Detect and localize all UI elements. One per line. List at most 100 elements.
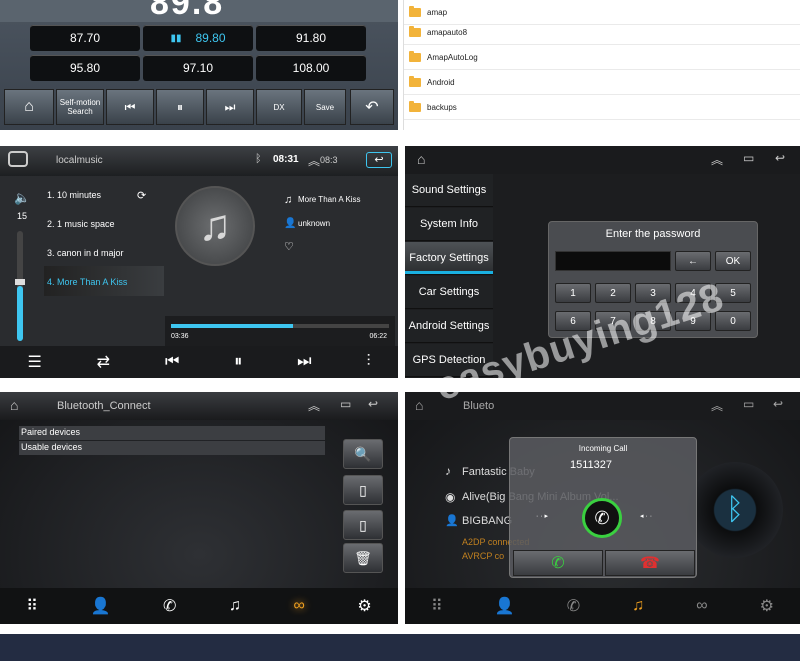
artist-name: BIGBANG [462, 515, 513, 527]
music-icon[interactable]: ♫ [229, 597, 241, 615]
list-item[interactable]: backups [404, 95, 800, 120]
window-icon[interactable]: ▭ [743, 151, 754, 165]
pause-icon: ⏸ [176, 99, 183, 114]
reject-button[interactable]: ☎ [605, 550, 695, 576]
preset-button-active[interactable]: ▮▮ 89.80 [143, 25, 253, 51]
progress-area: 03:36 06:22 [165, 316, 395, 346]
prev-button[interactable]: ⏮ [106, 89, 154, 125]
paired-devices-header: Paired devices [19, 426, 325, 440]
repeat-icon[interactable]: ⇄ [97, 352, 110, 372]
search-button[interactable]: 🔍 [343, 439, 383, 469]
disconnect-phone-button[interactable]: ▯ [343, 510, 383, 540]
key-2[interactable]: 2 [595, 283, 631, 303]
call-bottom-nav: ⠿ 👤 ✆ ♫ ∞ ⚙ [405, 588, 800, 624]
settings-menu-factory[interactable]: Factory Settings [405, 242, 493, 275]
heart-icon[interactable]: ♡ [284, 240, 294, 253]
track-item[interactable]: 3. canon in d major [47, 248, 124, 258]
artist-name: unknown [298, 219, 331, 228]
back-icon[interactable]: ↩ [773, 397, 783, 411]
answer-button[interactable]: ✆ [513, 550, 603, 576]
equalizer-icon[interactable]: ⫶ [366, 353, 370, 371]
chevron-up-icon[interactable]: ︽ [711, 151, 723, 168]
chevron-up-icon[interactable]: ︽ [308, 397, 320, 414]
call-log-icon[interactable]: ✆ [163, 596, 176, 616]
back-icon[interactable]: ↩ [775, 151, 785, 165]
playlist-icon[interactable]: ☰ [27, 352, 41, 372]
folder-name: backups [427, 102, 457, 112]
progress-bar[interactable] [171, 324, 389, 328]
music-controls: ☰ ⇄ ⏮ ⏸ ⏭ ⫶ [0, 346, 398, 378]
password-input[interactable] [555, 251, 671, 271]
ok-key[interactable]: OK [715, 251, 751, 271]
clock: 08:31 [273, 154, 299, 165]
preset-button[interactable]: 91.80 [256, 25, 366, 51]
window-icon[interactable]: ▭ [340, 397, 351, 411]
settings-menu-sound[interactable]: Sound Settings [405, 174, 493, 207]
next-button[interactable]: ⏭ [206, 89, 254, 125]
preset-button[interactable]: 95.80 [30, 55, 140, 81]
preset-button[interactable]: 97.10 [143, 55, 253, 81]
key-1[interactable]: 1 [555, 283, 591, 303]
preset-label: 89.80 [195, 31, 226, 45]
dialpad-icon[interactable]: ⠿ [431, 596, 443, 616]
back-icon[interactable]: ↩ [368, 397, 378, 411]
dialpad-icon[interactable]: ⠿ [26, 596, 38, 616]
list-item[interactable]: amapauto8 [404, 20, 800, 45]
total-time: 06:22 [369, 333, 387, 340]
back-button[interactable]: ↶ [350, 89, 394, 125]
bluetooth-panel: ⌂ Bluetooth_Connect ︽ ▭ ↩ Paired devices… [0, 392, 398, 624]
car-home-icon[interactable]: ⌂ [10, 397, 18, 413]
volume-slider[interactable] [15, 231, 25, 341]
track-item-active[interactable]: 4. More Than A Kiss [47, 277, 127, 287]
folder-icon [409, 5, 421, 17]
car-home-icon[interactable]: ⌂ [415, 397, 423, 413]
home-button[interactable]: ⌂ [4, 89, 54, 125]
gear-icon[interactable]: ⚙ [357, 596, 371, 616]
save-button[interactable]: Save [304, 89, 346, 125]
file-list-panel: amap amapauto8 AmapAutoLog Android backu… [403, 0, 800, 130]
call-log-icon[interactable]: ✆ [567, 596, 580, 616]
settings-menu-system-info[interactable]: System Info [405, 208, 493, 241]
folder-name: AmapAutoLog [427, 52, 478, 62]
track-item[interactable]: 1. 10 minutes [47, 190, 101, 200]
elapsed-time: 03:36 [171, 333, 189, 340]
signal-icon: ▮▮ [170, 32, 182, 44]
next-icon[interactable]: ⏭ [297, 353, 311, 371]
contacts-icon[interactable]: 👤 [495, 596, 515, 616]
settings-menu-android[interactable]: Android Settings [405, 310, 493, 343]
pause-icon[interactable]: ⏸ [234, 353, 242, 371]
home-icon: ⌂ [24, 98, 34, 115]
volume-handle[interactable] [15, 279, 25, 285]
search-button[interactable]: Self-motion Search [56, 89, 104, 125]
page-title: localmusic [56, 155, 103, 166]
preset-button[interactable]: 108.00 [256, 55, 366, 81]
phone-disconnect-icon: ▯ [359, 516, 367, 533]
chevron-up-icon[interactable]: ︽ [711, 397, 723, 414]
current-frequency: 89.8 [150, 0, 225, 22]
settings-header: ⌂ ︽ ▭ ↩ [405, 146, 800, 174]
backspace-key[interactable]: ← [675, 251, 711, 271]
preset-button[interactable]: 87.70 [30, 25, 140, 51]
home-icon[interactable]: ⌂ [417, 151, 425, 167]
prev-icon[interactable]: ⏮ [165, 353, 179, 371]
list-item[interactable]: Android [404, 70, 800, 95]
car-home-icon[interactable] [8, 151, 28, 167]
chevron-up-icon[interactable]: ︽ [308, 152, 320, 169]
contacts-icon[interactable]: 👤 [91, 596, 111, 616]
music-icon[interactable]: ♫ [632, 597, 644, 615]
link-icon[interactable]: ∞ [293, 597, 304, 615]
gear-icon[interactable]: ⚙ [760, 596, 774, 616]
song-icon: ♫ [284, 194, 293, 206]
list-item[interactable]: AmapAutoLog [404, 45, 800, 70]
connect-phone-button[interactable]: ▯ [343, 475, 383, 505]
link-icon[interactable]: ∞ [696, 597, 707, 615]
arrows-right-icon: ◂ · · [640, 513, 653, 520]
window-icon[interactable]: ▭ [743, 397, 754, 411]
back-button[interactable]: ↩ [366, 152, 392, 168]
repeat-one-icon[interactable]: ⟳ [137, 189, 146, 202]
delete-button[interactable]: 🗑 [343, 543, 383, 573]
dx-button[interactable]: DX [256, 89, 302, 125]
pause-button[interactable]: ⏸ [156, 89, 204, 125]
track-item[interactable]: 2. 1 music space [47, 219, 115, 229]
settings-menu-car[interactable]: Car Settings [405, 276, 493, 309]
